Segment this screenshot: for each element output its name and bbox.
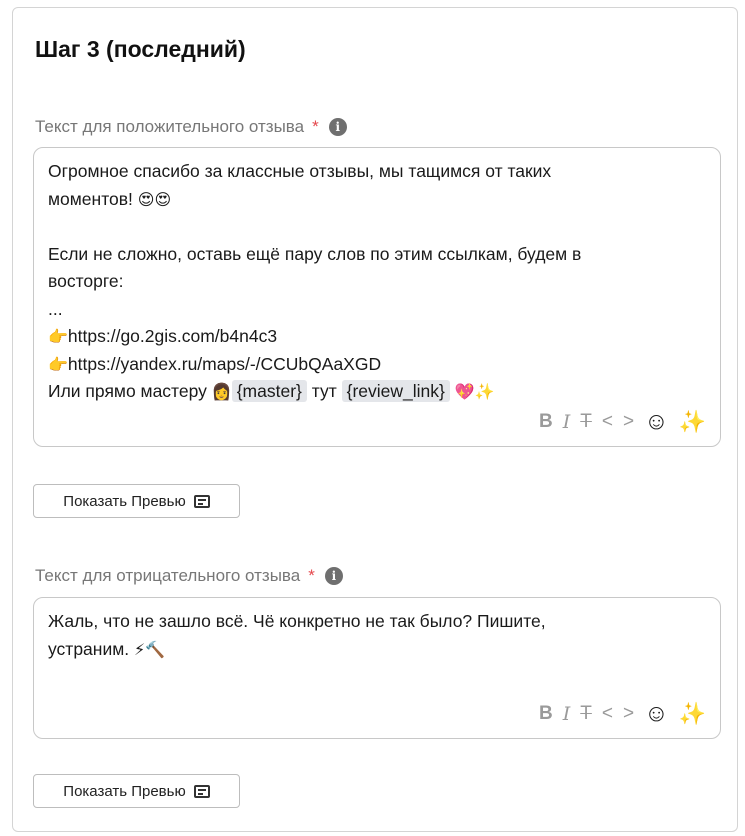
editor-toolbar: B I T < > ☺ ✨ [539, 700, 706, 728]
info-icon[interactable]: i [324, 567, 343, 585]
required-mark: * [308, 566, 315, 585]
positive-field-label: Текст для положительного отзыва * i [35, 117, 347, 137]
woman-emoji: 👩 [211, 382, 232, 401]
editor-line: Жаль, что не зашло всё. Чё конкретно не … [48, 611, 546, 631]
positive-review-editor[interactable]: Огромное спасибо за классные отзывы, мы … [33, 147, 721, 447]
editor-line: моментов! 😍😍 [48, 188, 172, 209]
preview-button-label: Показать Превью [63, 492, 186, 510]
bold-button[interactable]: B [539, 703, 553, 725]
step-card: Шаг 3 (последний) Текст для положительно… [12, 7, 738, 832]
italic-button[interactable]: I [563, 411, 571, 433]
editor-line: восторге: [48, 271, 124, 291]
preview-button-label: Показать Превью [63, 782, 186, 800]
smiley-icon[interactable]: ☺ [644, 408, 669, 436]
strikethrough-button[interactable]: T [580, 411, 592, 433]
code-left-button[interactable]: < [602, 411, 613, 433]
negative-label-text: Текст для отрицательного отзыва [35, 566, 301, 585]
editor-line: Если не сложно, оставь ещё пару слов по … [48, 243, 582, 264]
negative-editor-content[interactable]: Жаль, что не зашло всё. Чё конкретно не … [48, 608, 706, 663]
editor-line: Огромное спасибо за классные отзывы, мы … [48, 161, 552, 181]
positive-editor-content[interactable]: Огромное спасибо за классные отзывы, мы … [48, 158, 706, 406]
link-yandex: https://yandex.ru/maps/-/CCUbQAaXGD [67, 353, 382, 374]
review-link-variable-tag[interactable]: {review_link} [341, 380, 450, 402]
pointing-hand-emoji: 👉 [48, 327, 68, 346]
editor-line: 👉https://go.2gis.com/b4n4c3 [48, 323, 706, 351]
info-icon[interactable]: i [328, 118, 347, 136]
document-icon [193, 784, 210, 798]
sparkles-icon[interactable]: ✨ [679, 701, 706, 727]
step-title: Шаг 3 (последний) [35, 36, 246, 62]
document-icon [193, 494, 210, 508]
code-right-button[interactable]: > [623, 703, 634, 725]
link-2gis: https://go.2gis.com/b4n4c3 [67, 326, 278, 346]
editor-line: 👉https://yandex.ru/maps/-/CCUbQAaXGD [48, 351, 706, 379]
editor-blank-line [48, 213, 706, 241]
heart-sparkle-emoji: 💖✨ [454, 382, 495, 401]
heart-eyes-emoji: 😍😍 [137, 189, 172, 209]
pointing-hand-emoji: 👉 [48, 354, 68, 374]
positive-label-text: Текст для положительного отзыва [35, 117, 305, 136]
required-mark: * [312, 117, 319, 136]
positive-preview-button[interactable]: Показать Превью [33, 484, 240, 518]
editor-line: устраним. ⚡🔨 [48, 638, 166, 659]
negative-preview-button[interactable]: Показать Превью [33, 774, 240, 808]
code-left-button[interactable]: < [602, 703, 613, 725]
editor-line: ... [48, 298, 63, 319]
italic-button[interactable]: I [563, 703, 571, 725]
negative-review-editor[interactable]: Жаль, что не зашло всё. Чё конкретно не … [33, 597, 721, 739]
lightning-hammer-emoji: ⚡🔨 [134, 639, 166, 659]
editor-line: Или прямо мастеру 👩 {master} тут {review_… [48, 380, 495, 402]
smiley-icon[interactable]: ☺ [644, 700, 669, 728]
master-variable-tag[interactable]: {master} [231, 380, 307, 402]
sparkles-icon[interactable]: ✨ [679, 409, 706, 435]
strikethrough-button[interactable]: T [580, 703, 592, 725]
editor-toolbar: B I T < > ☺ ✨ [539, 408, 706, 436]
code-right-button[interactable]: > [623, 411, 634, 433]
bold-button[interactable]: B [539, 411, 553, 433]
negative-field-label: Текст для отрицательного отзыва * i [35, 566, 343, 586]
